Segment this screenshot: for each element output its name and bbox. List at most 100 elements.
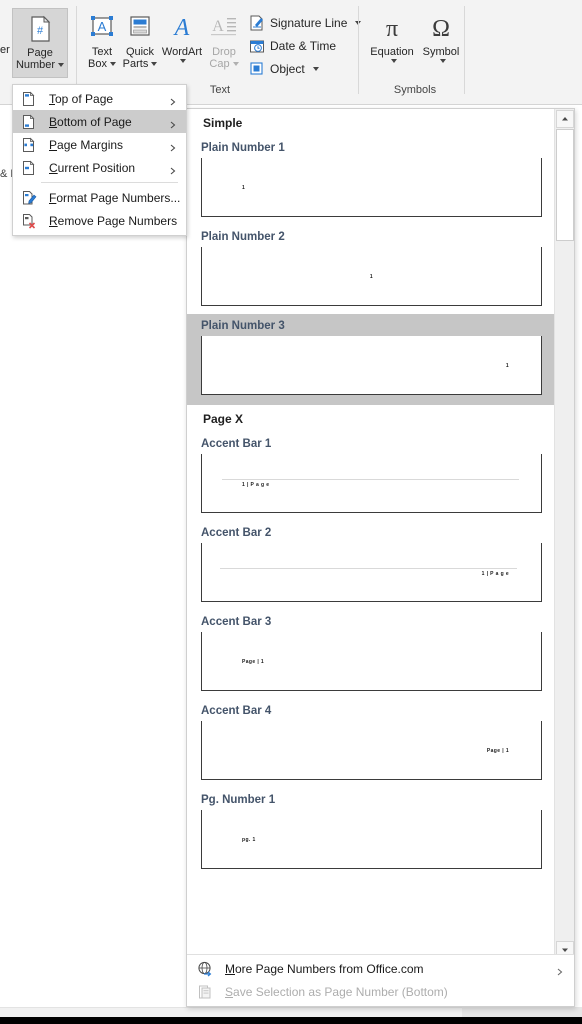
svg-text:π: π	[386, 16, 398, 42]
wordart-icon: A	[166, 12, 198, 44]
gallery-scroll-area[interactable]: Simple Plain Number 1 1 Plain Number 2 1 Plai…	[187, 109, 556, 960]
chevron-down-icon	[109, 62, 116, 67]
chevron-right-icon	[169, 118, 177, 128]
drop-cap-button[interactable]: A Drop Cap	[206, 8, 242, 78]
equation-label: Equation	[370, 46, 414, 58]
gallery-item-preview: 1	[201, 247, 542, 306]
gallery-item-label: Accent Bar 2	[201, 527, 272, 539]
preview-accent-rule	[222, 479, 519, 480]
gallery-item[interactable]: Plain Number 2 1	[187, 225, 556, 314]
gallery-item-label: Plain Number 1	[201, 142, 285, 154]
chevron-down-icon	[390, 59, 397, 63]
group-separator	[358, 6, 359, 94]
wordart-button[interactable]: A WordArt	[160, 8, 204, 78]
equation-icon: π	[376, 12, 408, 44]
page-current-icon	[21, 160, 37, 176]
gallery-item[interactable]: Pg. Number 1 pg. 1	[187, 788, 556, 877]
symbol-label: Symbol	[422, 46, 460, 58]
gallery-item-preview: 1 | P a g e	[201, 543, 542, 602]
page-number-button-label-2: Number	[15, 59, 56, 71]
text-box-label-1: Text	[91, 46, 113, 58]
svg-text:A: A	[173, 15, 190, 41]
page-number-icon: #	[24, 13, 56, 45]
svg-text:A: A	[212, 18, 224, 35]
signature-line-button[interactable]: Signature Line	[246, 12, 364, 34]
preview-page-number-text: 1	[242, 185, 246, 191]
footer-item-label: Save Selection as Page Number (Bottom)	[225, 984, 448, 999]
svg-text:A: A	[98, 19, 107, 34]
menu-item-page-margins[interactable]: Page Margins	[13, 133, 186, 156]
object-button[interactable]: Object	[246, 58, 322, 80]
gallery-item-label: Accent Bar 3	[201, 616, 272, 628]
more-page-numbers-office-item[interactable]: More Page Numbers from Office.com	[187, 957, 574, 980]
gallery-footer: More Page Numbers from Office.com Save S…	[187, 954, 574, 1006]
date-time-button[interactable]: Date & Time	[246, 35, 339, 57]
group-label-text: Text	[209, 84, 231, 96]
page-number-dropdown-menu: Top of Page Bottom of Page Page Margins …	[12, 84, 187, 236]
group-label-symbols: Symbols	[393, 84, 437, 96]
menu-item-label: Current Position	[49, 160, 136, 175]
gallery-item[interactable]: Plain Number 3 1	[187, 314, 556, 405]
object-label: Object	[270, 62, 305, 76]
gallery-item-label: Accent Bar 1	[201, 438, 272, 450]
group-separator	[464, 6, 465, 94]
gallery-item-preview: 1	[201, 158, 542, 217]
gallery-item[interactable]: Plain Number 1 1	[187, 136, 556, 225]
page-number-button-label-1: Page	[27, 47, 53, 59]
menu-item-remove-page-numbers[interactable]: Remove Page Numbers	[13, 209, 186, 232]
save-selection-icon	[197, 984, 213, 1000]
menu-item-label: Top of Page	[49, 91, 114, 106]
gallery-content: Simple Plain Number 1 1 Plain Number 2 1 Plai…	[187, 109, 556, 877]
chevron-right-icon	[169, 95, 177, 105]
gallery-item-label: Plain Number 2	[201, 231, 285, 243]
gallery-item-preview: 1 | P a g e	[201, 454, 542, 513]
scrollbar-thumb[interactable]	[556, 129, 574, 241]
signature-line-icon	[249, 15, 265, 31]
menu-item-current-position[interactable]: Current Position	[13, 156, 186, 179]
screen-bottom-edge	[0, 1017, 582, 1024]
chevron-right-icon	[169, 164, 177, 174]
gallery-scrollbar[interactable]	[554, 109, 574, 960]
menu-item-top-of-page[interactable]: Top of Page	[13, 87, 186, 110]
gallery-item-preview: Page | 1	[201, 632, 542, 691]
symbol-button[interactable]: Ω Symbol	[418, 8, 464, 78]
gallery-item[interactable]: Accent Bar 1 1 | P a g e	[187, 432, 556, 521]
page-margins-icon	[21, 137, 37, 153]
gallery-item-preview: pg. 1	[201, 810, 542, 869]
page-number-button[interactable]: # Page Number	[12, 8, 68, 78]
chevron-right-icon	[169, 141, 177, 151]
gallery-item[interactable]: Accent Bar 4 Page | 1	[187, 699, 556, 788]
preview-accent-rule	[220, 568, 517, 569]
footer-item-label: More Page Numbers from Office.com	[225, 961, 424, 976]
symbol-icon: Ω	[425, 12, 457, 44]
gallery-item[interactable]: Accent Bar 3 Page | 1	[187, 610, 556, 699]
menu-item-label: Page Margins	[49, 137, 124, 152]
gallery-item[interactable]: Accent Bar 2 1 | P a g e	[187, 521, 556, 610]
menu-item-bottom-of-page[interactable]: Bottom of Page	[13, 110, 186, 133]
menu-item-label: Bottom of Page	[49, 114, 132, 129]
preview-page-number-text: Page | 1	[242, 659, 265, 665]
chevron-down-icon	[180, 59, 187, 63]
quick-parts-label-2: Parts	[122, 58, 149, 70]
text-box-label-2: Box	[88, 58, 107, 70]
quick-parts-button[interactable]: Quick Parts	[120, 8, 160, 78]
drop-cap-label-1: Drop	[212, 46, 236, 58]
preview-page-number-text: pg. 1	[242, 837, 256, 843]
signature-line-label: Signature Line	[270, 16, 348, 30]
drop-cap-icon: A	[208, 12, 240, 44]
group-separator	[76, 6, 77, 94]
gallery-item-label: Pg. Number 1	[201, 794, 276, 806]
equation-button[interactable]: π Equation	[366, 8, 418, 78]
chevron-down-icon	[58, 63, 65, 68]
svg-text:#: #	[37, 25, 44, 37]
gallery-item-preview: Page | 1	[201, 721, 542, 780]
preview-page-number-text: 1	[505, 363, 509, 369]
text-box-button[interactable]: A Text Box	[84, 8, 120, 78]
chevron-right-icon	[556, 965, 564, 975]
gallery-item-preview: 1	[201, 336, 542, 395]
date-time-label: Date & Time	[270, 39, 337, 53]
menu-item-format-page-numbers[interactable]: Format Page Numbers...	[13, 186, 186, 209]
text-box-icon: A	[86, 12, 118, 44]
scroll-up-icon[interactable]	[556, 110, 574, 128]
chevron-down-icon	[439, 59, 446, 63]
